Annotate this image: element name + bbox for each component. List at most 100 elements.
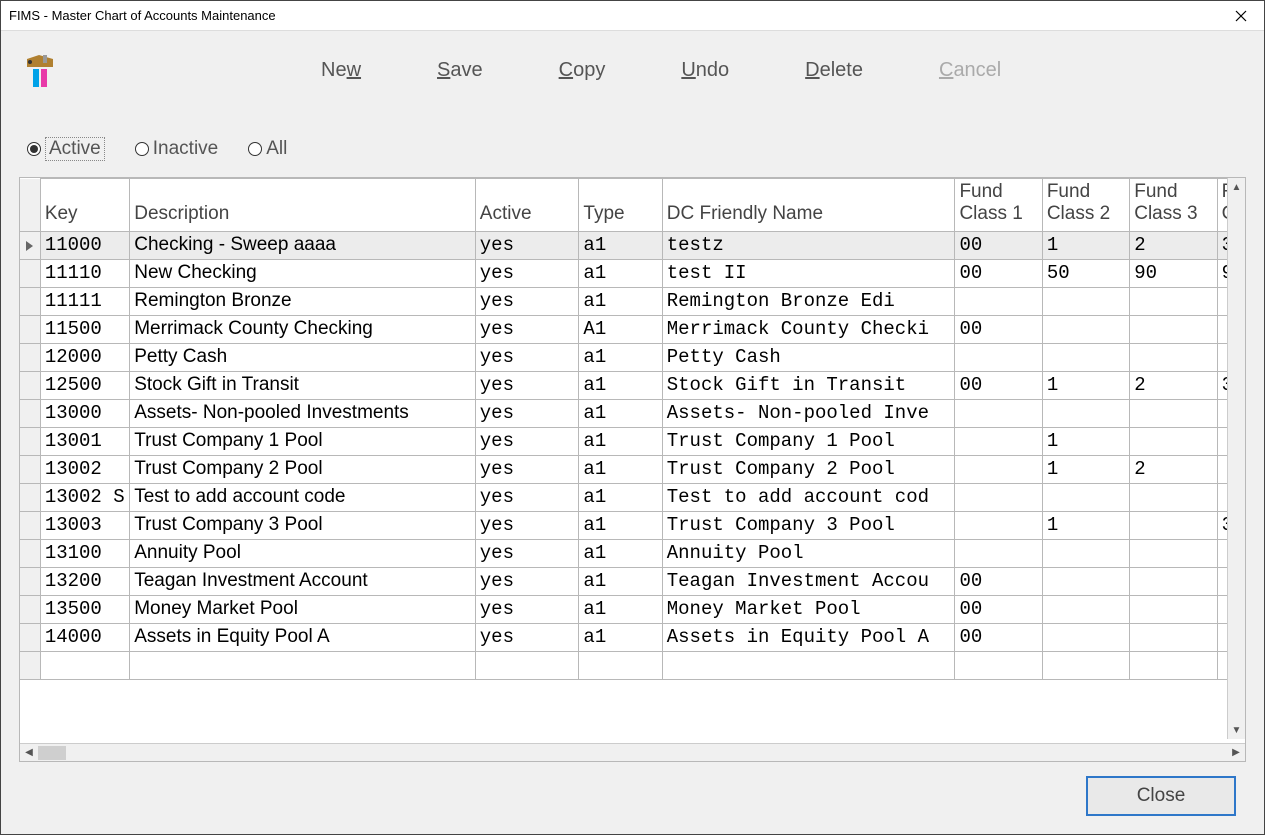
cell-key[interactable]: 13200 — [40, 567, 129, 595]
scroll-down-icon[interactable]: ▼ — [1228, 721, 1245, 739]
table-row[interactable]: 13001Trust Company 1 Poolyesa1Trust Comp… — [20, 427, 1238, 455]
menu-new[interactable]: New — [321, 59, 361, 82]
cell-type[interactable]: A1 — [579, 315, 662, 343]
row-handle[interactable] — [20, 483, 40, 511]
cell-key[interactable]: 13003 — [40, 511, 129, 539]
cell-desc[interactable]: Trust Company 3 Pool — [130, 511, 476, 539]
cell-desc[interactable]: Trust Company 2 Pool — [130, 455, 476, 483]
cell-type[interactable]: a1 — [579, 399, 662, 427]
scroll-up-icon[interactable]: ▲ — [1228, 178, 1245, 196]
cell-fc3[interactable] — [1130, 287, 1217, 315]
header-row[interactable]: Key Description Active Type DC Friendly … — [20, 179, 1238, 232]
cell-fc1[interactable]: 00 — [955, 259, 1042, 287]
cell-fc1[interactable] — [955, 427, 1042, 455]
table-row[interactable]: 13100Annuity Poolyesa1Annuity Pool — [20, 539, 1238, 567]
cell-fc3[interactable] — [1130, 539, 1217, 567]
cell-active[interactable]: yes — [475, 371, 579, 399]
table-row[interactable]: 13000Assets- Non-pooled Investmentsyesa1… — [20, 399, 1238, 427]
cell-dc[interactable]: Teagan Investment Accou — [662, 567, 955, 595]
cell-desc[interactable]: Petty Cash — [130, 343, 476, 371]
cell-active[interactable]: yes — [475, 511, 579, 539]
row-handle[interactable] — [20, 231, 40, 259]
cell-type[interactable]: a1 — [579, 455, 662, 483]
row-handle[interactable] — [20, 287, 40, 315]
cell-type[interactable]: a1 — [579, 427, 662, 455]
hscroll-thumb[interactable] — [38, 746, 66, 760]
cell-key[interactable]: 11111 — [40, 287, 129, 315]
col-header-fc2[interactable]: FundClass 2 — [1042, 179, 1129, 232]
cell-key[interactable]: 11000 — [40, 231, 129, 259]
col-header-fc3[interactable]: FundClass 3 — [1130, 179, 1217, 232]
cell-fc1[interactable] — [955, 287, 1042, 315]
cell-dc[interactable]: Money Market Pool — [662, 595, 955, 623]
cell-fc1[interactable] — [955, 343, 1042, 371]
table-row[interactable]: 13002 STest to add account codeyesa1Test… — [20, 483, 1238, 511]
row-handle[interactable] — [20, 259, 40, 287]
cell-desc[interactable]: Merrimack County Checking — [130, 315, 476, 343]
cell-fc2[interactable]: 1 — [1042, 427, 1129, 455]
cell-fc3[interactable]: 2 — [1130, 371, 1217, 399]
table-row[interactable]: 11111Remington Bronzeyesa1Remington Bron… — [20, 287, 1238, 315]
cell-key[interactable]: 13002 S — [40, 483, 129, 511]
cell-type[interactable]: a1 — [579, 343, 662, 371]
table-row[interactable]: 13200Teagan Investment Accountyesa1Teaga… — [20, 567, 1238, 595]
hscroll-track[interactable] — [38, 744, 1227, 762]
cell-key[interactable]: 13001 — [40, 427, 129, 455]
col-header-type[interactable]: Type — [579, 179, 662, 232]
cell-key[interactable]: 11110 — [40, 259, 129, 287]
cell-desc[interactable]: Trust Company 1 Pool — [130, 427, 476, 455]
cell-type[interactable]: a1 — [579, 371, 662, 399]
cell-fc1[interactable] — [955, 399, 1042, 427]
row-handle[interactable] — [20, 595, 40, 623]
row-handle[interactable] — [20, 539, 40, 567]
row-handle[interactable] — [20, 427, 40, 455]
data-grid[interactable]: Key Description Active Type DC Friendly … — [19, 177, 1246, 762]
cell-fc2[interactable] — [1042, 595, 1129, 623]
cell-active[interactable]: yes — [475, 623, 579, 651]
cell-active[interactable]: yes — [475, 455, 579, 483]
cell-fc1[interactable]: 00 — [955, 567, 1042, 595]
table-row[interactable]: 14000Assets in Equity Pool Ayesa1Assets … — [20, 623, 1238, 651]
cell-fc3[interactable]: 90 — [1130, 259, 1217, 287]
table-row[interactable]: 11000Checking - Sweep aaaayesa1testz0012… — [20, 231, 1238, 259]
cell-fc3[interactable] — [1130, 315, 1217, 343]
cell-active[interactable]: yes — [475, 483, 579, 511]
horizontal-scrollbar[interactable]: ◀ ▶ — [20, 743, 1245, 761]
row-handle[interactable] — [20, 651, 40, 679]
cell-fc2[interactable] — [1042, 287, 1129, 315]
cell-key[interactable]: 12000 — [40, 343, 129, 371]
vertical-scrollbar[interactable]: ▲ ▼ — [1227, 178, 1245, 739]
cell-active[interactable]: yes — [475, 287, 579, 315]
cell-fc3[interactable] — [1130, 483, 1217, 511]
cell-fc3[interactable] — [1130, 427, 1217, 455]
cell-key[interactable]: 13100 — [40, 539, 129, 567]
cell-fc2[interactable] — [1042, 343, 1129, 371]
row-handle[interactable] — [20, 511, 40, 539]
cell-fc2[interactable]: 1 — [1042, 455, 1129, 483]
cell-fc2[interactable]: 1 — [1042, 231, 1129, 259]
cell-type[interactable]: a1 — [579, 595, 662, 623]
row-handle[interactable] — [20, 567, 40, 595]
cell-dc[interactable]: Remington Bronze Edi — [662, 287, 955, 315]
cell-type[interactable]: a1 — [579, 623, 662, 651]
cell-fc3[interactable] — [1130, 511, 1217, 539]
table-row[interactable]: 11110New Checkingyesa1test II0050909 — [20, 259, 1238, 287]
cell-active[interactable]: yes — [475, 231, 579, 259]
cell-key[interactable]: 14000 — [40, 623, 129, 651]
cell-desc[interactable]: Money Market Pool — [130, 595, 476, 623]
cell-dc[interactable]: Annuity Pool — [662, 539, 955, 567]
cell-dc[interactable]: Stock Gift in Transit — [662, 371, 955, 399]
cell-fc1[interactable] — [955, 483, 1042, 511]
cell-fc3[interactable] — [1130, 623, 1217, 651]
table-row[interactable]: 13002Trust Company 2 Poolyesa1Trust Comp… — [20, 455, 1238, 483]
radio-all[interactable]: All — [248, 138, 287, 160]
menu-copy[interactable]: Copy — [559, 59, 606, 82]
cell-fc1[interactable]: 00 — [955, 231, 1042, 259]
cell-key[interactable]: 12500 — [40, 371, 129, 399]
cell-dc[interactable]: Merrimack County Checki — [662, 315, 955, 343]
cell-dc[interactable]: Trust Company 3 Pool — [662, 511, 955, 539]
cell-fc3[interactable]: 2 — [1130, 231, 1217, 259]
cell-active[interactable]: yes — [475, 595, 579, 623]
cell-fc2[interactable] — [1042, 623, 1129, 651]
cell-type[interactable]: a1 — [579, 231, 662, 259]
